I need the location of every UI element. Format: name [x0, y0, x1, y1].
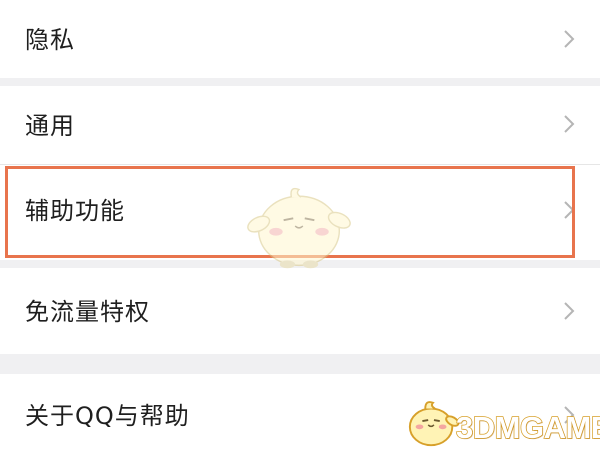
- chevron-right-icon: [564, 302, 575, 320]
- menu-item-general[interactable]: 通用: [0, 86, 600, 164]
- divider: [0, 78, 600, 86]
- menu-item-data-free-privilege[interactable]: 免流量特权: [0, 268, 600, 354]
- menu-item-label: 通用: [25, 112, 75, 140]
- chevron-right-icon: [564, 115, 575, 133]
- menu-item-privacy[interactable]: 隐私: [0, 0, 600, 78]
- chevron-right-icon: [564, 30, 575, 48]
- 3dmgame-logo-icon: [408, 401, 460, 447]
- divider: [0, 354, 600, 374]
- menu-item-label: 免流量特权: [25, 298, 150, 326]
- watermark-text: 3DMGAME: [455, 410, 600, 445]
- menu-item-label: 隐私: [25, 26, 75, 54]
- chevron-right-icon: [564, 201, 575, 219]
- menu-item-label: 关于QQ与帮助: [25, 402, 190, 430]
- menu-item-label: 辅助功能: [25, 197, 125, 225]
- mascot-watermark-icon: [247, 187, 351, 269]
